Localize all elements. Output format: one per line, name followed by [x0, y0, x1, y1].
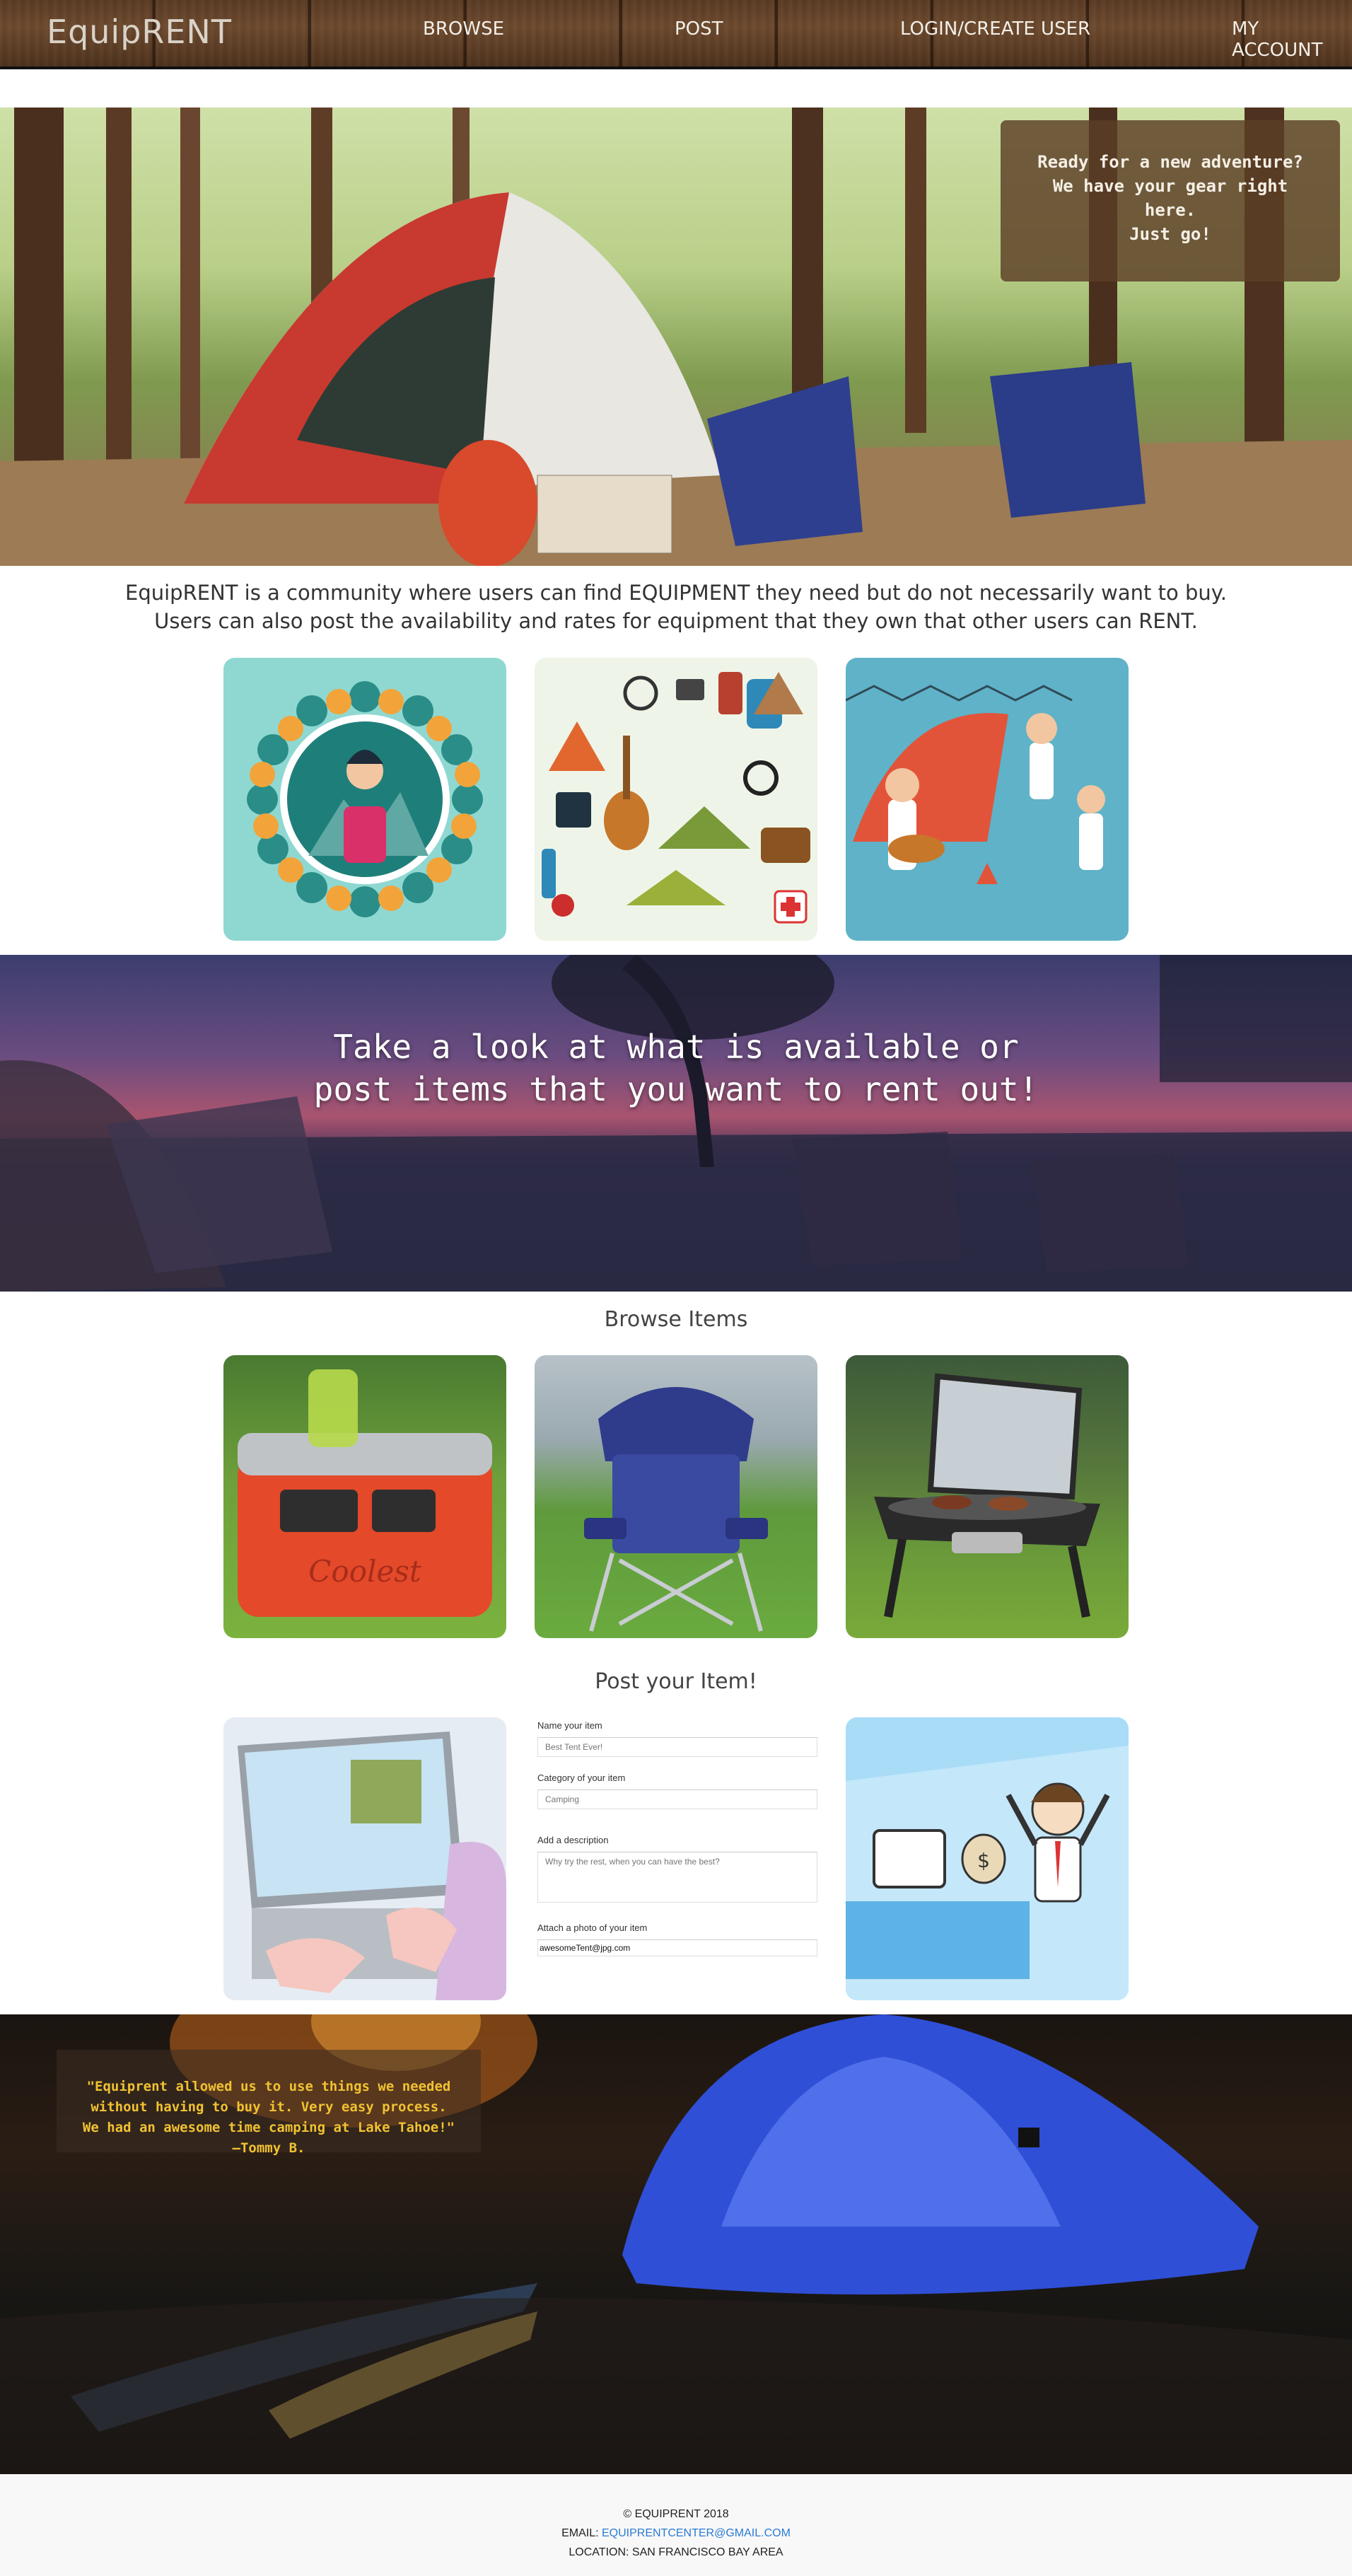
- footer: © EQUIPRENT 2018 EMAIL: EQUIPRENTCENTER@…: [0, 2474, 1352, 2576]
- svg-text:Coolest: Coolest: [308, 1554, 421, 1589]
- nav-post-link[interactable]: POST: [675, 18, 723, 40]
- footer-email-line: EMAIL: EQUIPRENTCENTER@GMAIL.COM: [0, 2527, 1352, 2540]
- post-illustration-laptop: [223, 1717, 506, 2000]
- category-label: Category of your item: [537, 1773, 626, 1783]
- top-navbar: EquipRENT BROWSE POST LOGIN/CREATE USER …: [0, 0, 1352, 69]
- hero-camping-image: Ready for a new adventure? We have your …: [0, 108, 1352, 566]
- footer-email-label: EMAIL:: [561, 2527, 602, 2539]
- item-name-input[interactable]: [537, 1737, 817, 1757]
- sunset-scene: [0, 955, 1352, 1292]
- nav-login-link[interactable]: LOGIN/CREATE USER: [900, 18, 1090, 40]
- footer-location: LOCATION: SAN FRANCISCO BAY AREA: [569, 2546, 783, 2558]
- intro-line-1: EquipRENT is a community where users can…: [125, 581, 1227, 605]
- photo-label: Attach a photo of your item: [537, 1922, 648, 1933]
- campers-illustration: [846, 685, 1105, 884]
- hero-tagline: Ready for a new adventure? We have your …: [1037, 152, 1303, 244]
- hiker-illustration: [247, 681, 483, 917]
- testimonial-quote: "Equiprent allowed us to use things we n…: [82, 2079, 455, 2156]
- footer-copyright: © EQUIPRENT 2018: [623, 2508, 729, 2520]
- testimonial-section: "Equiprent allowed us to use things we n…: [0, 2014, 1352, 2474]
- sunset-banner: Take a look at what is available or post…: [0, 955, 1352, 1292]
- nav-browse-link[interactable]: BROWSE: [423, 18, 504, 40]
- item-photo-input[interactable]: [537, 1939, 817, 1956]
- feature-card-campers: [846, 658, 1129, 941]
- post-illustration-success: $: [846, 1717, 1129, 2000]
- post-section-title: Post your Item!: [595, 1669, 757, 1694]
- svg-text:$: $: [977, 1849, 990, 1872]
- browse-item-chair[interactable]: [535, 1355, 817, 1638]
- banner-headline: Take a look at what is available or post…: [313, 1028, 1039, 1108]
- intro-line-2: Users can also post the availability and…: [154, 609, 1198, 633]
- feature-card-gear: [535, 658, 817, 941]
- feature-card-hiker: [223, 658, 506, 941]
- grill-image: [874, 1373, 1100, 1618]
- nav-my-account-link[interactable]: MY ACCOUNT: [1232, 18, 1352, 61]
- name-label: Name your item: [537, 1720, 602, 1731]
- happy-user-illustration: $: [846, 1746, 1129, 2000]
- canopy-chair-image: [584, 1387, 768, 1632]
- browse-item-grill[interactable]: [846, 1355, 1129, 1638]
- cooler-image: Coolest: [238, 1369, 492, 1617]
- item-category-input[interactable]: [537, 1789, 817, 1809]
- browse-section-title: Browse Items: [604, 1307, 748, 1332]
- browse-item-cooler[interactable]: Coolest: [223, 1355, 506, 1638]
- brand-logo[interactable]: EquipRENT: [47, 13, 232, 51]
- footer-email-link[interactable]: EQUIPRENTCENTER@GMAIL.COM: [602, 2527, 791, 2539]
- laptop-illustration: [238, 1731, 506, 2000]
- item-description-textarea[interactable]: [537, 1852, 817, 1903]
- description-label: Add a description: [537, 1835, 609, 1845]
- intro-text: EquipRENT is a community where users can…: [0, 579, 1352, 635]
- camping-gear-illustration: [542, 672, 810, 924]
